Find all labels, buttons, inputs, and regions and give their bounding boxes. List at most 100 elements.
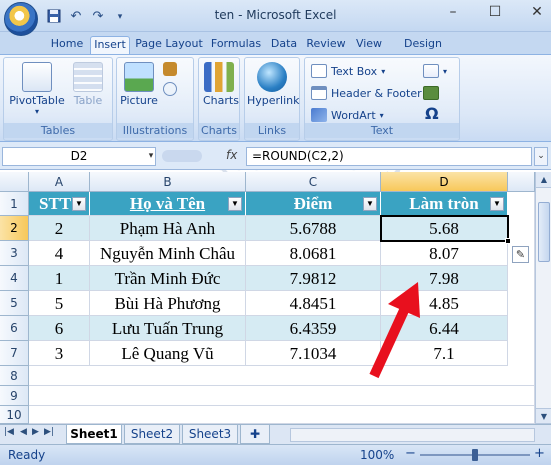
column-header-c[interactable]: C [246,172,381,192]
hyperlink-button[interactable]: Hyperlink [247,62,300,107]
header-cell-rounded[interactable]: Làm tròn ▼ [381,192,508,216]
row-header-5[interactable]: 5 [0,291,29,316]
header-cell-stt[interactable]: STT ▼ [29,192,90,216]
row-header-3[interactable]: 3 [0,241,29,266]
clipart-button[interactable] [163,62,179,76]
tab-page-layout[interactable]: Page Layout [133,36,205,54]
cell-c7[interactable]: 7.1034 [246,341,381,366]
pivottable-button[interactable]: PivotTable ▾ [8,62,66,116]
insert-function-icon[interactable]: fx [226,148,237,162]
cell-b6[interactable]: Lưu Tuấn Trung [90,316,246,341]
horizontal-scrollbar[interactable] [290,428,535,442]
cell-a6[interactable]: 6 [29,316,90,341]
scroll-down-icon[interactable]: ▼ [536,408,551,424]
formula-input[interactable]: =ROUND(C2,2) [246,147,532,166]
row-header-2[interactable]: 2 [0,216,29,241]
row-header-6[interactable]: 6 [0,316,29,341]
scroll-up-icon[interactable]: ▲ [536,172,551,188]
column-e-cells[interactable] [508,192,535,366]
column-header-d[interactable]: D [381,172,508,192]
filter-dropdown-icon[interactable]: ▼ [228,197,242,211]
cell-a5[interactable]: 5 [29,291,90,316]
cell-b5[interactable]: Bùi Hà Phương [90,291,246,316]
cell-a4[interactable]: 1 [29,266,90,291]
table-button[interactable]: Table [68,62,108,107]
row-header-7[interactable]: 7 [0,341,29,366]
shapes-button[interactable] [163,82,179,96]
name-box[interactable]: D2 [2,147,156,166]
vertical-scrollbar[interactable]: ▲ ▼ [535,172,551,424]
cell-b7[interactable]: Lê Quang Vũ [90,341,246,366]
cell-a3[interactable]: 4 [29,241,90,266]
tab-home[interactable]: Home [46,36,88,54]
chevron-down-icon[interactable]: ▾ [145,147,157,166]
header-cell-score[interactable]: Điểm ▼ [246,192,381,216]
cell-c5[interactable]: 4.8451 [246,291,381,316]
column-header-a[interactable]: A [29,172,90,192]
formula-bar-handle[interactable] [162,150,202,162]
tab-review[interactable]: Review [303,36,349,54]
cell-a7[interactable]: 3 [29,341,90,366]
sheet-tab-2[interactable]: Sheet2 [124,425,180,444]
textbox-button[interactable]: Text Box ▾ [311,64,385,78]
insert-sheet-icon[interactable]: ✚ [240,425,270,444]
zoom-in-icon[interactable]: + [534,446,545,461]
empty-row-9[interactable] [29,386,535,406]
office-button[interactable] [4,2,38,36]
column-header-b[interactable]: B [90,172,246,192]
row-header-10[interactable]: 10 [0,406,29,424]
cell-c4[interactable]: 7.9812 [246,266,381,291]
prev-sheet-icon[interactable]: ◀ [20,427,27,437]
zoom-level[interactable]: 100% [360,448,394,462]
row-header-9[interactable]: 9 [0,386,29,406]
row-header-8[interactable]: 8 [0,366,29,386]
cell-c2[interactable]: 5.6788 [246,216,381,241]
filter-dropdown-icon[interactable]: ▼ [363,197,377,211]
object-button[interactable] [423,86,439,100]
vertical-scroll-thumb[interactable] [538,202,550,262]
zoom-out-icon[interactable]: − [405,446,416,461]
tab-formulas[interactable]: Formulas [207,36,265,54]
first-sheet-icon[interactable]: |◀ [4,427,14,437]
cell-c6[interactable]: 6.4359 [246,316,381,341]
signature-line-button[interactable]: ▾ [423,64,447,78]
header-cell-name[interactable]: Họ và Tên ▼ [90,192,246,216]
close-icon[interactable]: ✕ [529,4,545,20]
group-label-illustrations: Illustrations [117,123,193,138]
tab-view[interactable]: View [351,36,387,54]
minimize-icon[interactable]: – [445,4,461,20]
next-sheet-icon[interactable]: ▶ [32,427,39,437]
row-header-1[interactable]: 1 [0,192,29,216]
header-footer-button[interactable]: Header & Footer [311,86,422,100]
tab-design[interactable]: Design [400,36,446,54]
cell-a2[interactable]: 2 [29,216,90,241]
last-sheet-icon[interactable]: ▶| [44,427,54,437]
charts-button[interactable]: Charts [203,62,239,107]
cell-b3[interactable]: Nguyễn Minh Châu [90,241,246,266]
sheet-tab-1[interactable]: Sheet1 [66,425,122,444]
row-header-4[interactable]: 4 [0,266,29,291]
filter-dropdown-icon[interactable]: ▼ [490,197,504,211]
maximize-icon[interactable]: ☐ [487,4,503,20]
expand-formula-bar-icon[interactable]: ⌄ [534,147,548,166]
sheet-tab-3[interactable]: Sheet3 [182,425,238,444]
cell-b4[interactable]: Trần Minh Đức [90,266,246,291]
cell-c3[interactable]: 8.0681 [246,241,381,266]
chevron-down-icon: ▾ [379,110,384,120]
picture-button[interactable]: Picture [119,62,159,107]
tab-insert[interactable]: Insert [90,36,130,54]
empty-row-10[interactable] [29,406,535,424]
cell-d3[interactable]: 8.07 [381,241,508,266]
empty-row-8[interactable] [29,366,535,386]
fill-handle[interactable] [505,238,511,244]
wordart-button[interactable]: WordArt ▾ [311,108,384,122]
cell-d2[interactable]: 5.68 [381,216,508,241]
column-header-e[interactable] [508,172,535,192]
symbol-button[interactable]: Ω [425,104,439,123]
select-all-corner[interactable] [0,172,29,192]
zoom-slider-thumb[interactable] [472,449,478,461]
filter-dropdown-icon[interactable]: ▼ [72,197,86,211]
tab-data[interactable]: Data [267,36,301,54]
cell-b2[interactable]: Phạm Hà Anh [90,216,246,241]
autofill-options-icon[interactable]: ✎ [512,246,529,263]
